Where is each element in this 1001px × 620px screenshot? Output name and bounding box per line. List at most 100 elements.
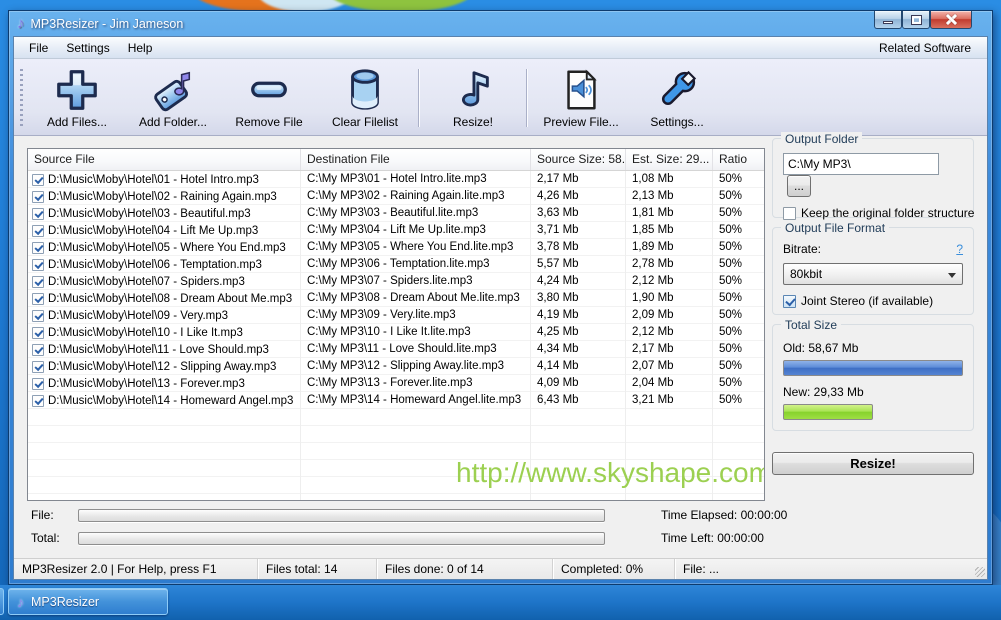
destination-file-path: C:\My MP3\08 - Dream About Me.lite.mp3 — [301, 290, 531, 307]
table-row[interactable]: D:\Music\Moby\Hotel\14 - Homeward Angel.… — [28, 392, 764, 409]
status-current-file: File: ... — [675, 559, 987, 579]
keep-structure-checkbox[interactable] — [783, 207, 796, 220]
column-line — [712, 171, 713, 500]
ratio: 50% — [713, 273, 765, 290]
table-row[interactable]: D:\Music\Moby\Hotel\09 - Very.mp3C:\My M… — [28, 307, 764, 324]
table-row[interactable]: D:\Music\Moby\Hotel\05 - Where You End.m… — [28, 239, 764, 256]
header-destination-file[interactable]: Destination File — [301, 149, 531, 170]
clear-filelist-button[interactable]: Clear Filelist — [317, 63, 413, 133]
source-cell: D:\Music\Moby\Hotel\11 - Love Should.mp3 — [28, 341, 301, 358]
file-list-header: Source File Destination File Source Size… — [28, 149, 764, 171]
table-row[interactable]: D:\Music\Moby\Hotel\02 - Raining Again.m… — [28, 188, 764, 205]
preview-file-button[interactable]: Preview File... — [533, 63, 629, 133]
output-folder-input[interactable] — [783, 153, 939, 175]
remove-file-button[interactable]: Remove File — [221, 63, 317, 133]
toolbar-grip[interactable] — [20, 69, 23, 127]
table-row[interactable]: D:\Music\Moby\Hotel\06 - Temptation.mp3C… — [28, 256, 764, 273]
destination-file-path: C:\My MP3\04 - Lift Me Up.lite.mp3 — [301, 222, 531, 239]
table-row[interactable]: D:\Music\Moby\Hotel\11 - Love Should.mp3… — [28, 341, 764, 358]
destination-file-path: C:\My MP3\05 - Where You End.lite.mp3 — [301, 239, 531, 256]
resize-button[interactable]: Resize! — [772, 452, 974, 475]
new-size-bar — [783, 404, 873, 420]
row-checkbox[interactable] — [32, 191, 44, 203]
add-folder-button[interactable]: Add Folder... — [125, 63, 221, 133]
ratio: 50% — [713, 205, 765, 222]
table-row[interactable]: D:\Music\Moby\Hotel\03 - Beautiful.mp3C:… — [28, 205, 764, 222]
row-checkbox[interactable] — [32, 225, 44, 237]
menu-help[interactable]: Help — [119, 39, 162, 57]
bitrate-select[interactable]: 80kbit — [783, 263, 963, 285]
row-checkbox[interactable] — [32, 327, 44, 339]
bitrate-help-link[interactable]: ? — [956, 242, 963, 256]
header-ratio[interactable]: Ratio — [713, 149, 765, 170]
destination-file-path: C:\My MP3\02 - Raining Again.lite.mp3 — [301, 188, 531, 205]
table-row[interactable]: D:\Music\Moby\Hotel\12 - Slipping Away.m… — [28, 358, 764, 375]
table-row[interactable]: D:\Music\Moby\Hotel\04 - Lift Me Up.mp3C… — [28, 222, 764, 239]
row-checkbox[interactable] — [32, 259, 44, 271]
browse-button[interactable]: ... — [787, 175, 811, 197]
source-size: 4,26 Mb — [531, 188, 626, 205]
close-icon — [946, 14, 957, 25]
row-checkbox[interactable] — [32, 276, 44, 288]
row-checkbox[interactable] — [32, 378, 44, 390]
table-row[interactable]: D:\Music\Moby\Hotel\07 - Spiders.mp3C:\M… — [28, 273, 764, 290]
status-completed: Completed: 0% — [553, 559, 675, 579]
total-progress-label: Total: — [31, 531, 78, 545]
resize-grip[interactable] — [975, 567, 985, 577]
minimize-button[interactable] — [874, 11, 902, 29]
ratio: 50% — [713, 222, 765, 239]
menu-settings[interactable]: Settings — [57, 39, 118, 57]
source-cell: D:\Music\Moby\Hotel\07 - Spiders.mp3 — [28, 273, 301, 290]
row-checkbox[interactable] — [32, 242, 44, 254]
row-checkbox[interactable] — [32, 344, 44, 356]
table-row[interactable]: D:\Music\Moby\Hotel\10 - I Like It.mp3C:… — [28, 324, 764, 341]
table-row[interactable]: D:\Music\Moby\Hotel\13 - Forever.mp3C:\M… — [28, 375, 764, 392]
add-files-button[interactable]: Add Files... — [29, 63, 125, 133]
maximize-button[interactable] — [902, 11, 930, 29]
ratio: 50% — [713, 171, 765, 188]
bitrate-value: 80kbit — [790, 267, 822, 281]
minimize-icon — [883, 21, 893, 24]
destination-file-path: C:\My MP3\12 - Slipping Away.lite.mp3 — [301, 358, 531, 375]
source-size: 3,63 Mb — [531, 205, 626, 222]
table-row[interactable]: D:\Music\Moby\Hotel\01 - Hotel Intro.mp3… — [28, 171, 764, 188]
ratio: 50% — [713, 239, 765, 256]
row-checkbox[interactable] — [32, 293, 44, 305]
est-size: 2,07 Mb — [626, 358, 713, 375]
menu-file[interactable]: File — [20, 39, 57, 57]
table-row[interactable]: D:\Music\Moby\Hotel\08 - Dream About Me.… — [28, 290, 764, 307]
source-file-path: D:\Music\Moby\Hotel\07 - Spiders.mp3 — [48, 274, 245, 290]
close-button[interactable] — [930, 11, 972, 29]
column-line — [300, 171, 301, 500]
clear-filelist-icon — [340, 66, 390, 114]
resize-toolbar-button[interactable]: Resize! — [425, 63, 521, 133]
menubar: File Settings Help Related Software — [14, 37, 987, 59]
row-checkbox[interactable] — [32, 361, 44, 373]
row-checkbox[interactable] — [32, 395, 44, 407]
header-source-size[interactable]: Source Size: 58... — [531, 149, 626, 170]
bitrate-label: Bitrate: — [783, 242, 821, 256]
menu-related-software[interactable]: Related Software — [869, 39, 981, 57]
est-size: 1,85 Mb — [626, 222, 713, 239]
source-file-path: D:\Music\Moby\Hotel\01 - Hotel Intro.mp3 — [48, 172, 259, 188]
ratio: 50% — [713, 256, 765, 273]
taskbar-button-fragment[interactable] — [0, 588, 4, 615]
source-file-path: D:\Music\Moby\Hotel\14 - Homeward Angel.… — [48, 393, 293, 409]
taskbar-mp3resizer-button[interactable]: ♪ MP3Resizer — [8, 588, 168, 615]
row-checkbox[interactable] — [32, 208, 44, 220]
source-size: 5,57 Mb — [531, 256, 626, 273]
header-source-file[interactable]: Source File — [28, 149, 301, 170]
joint-stereo-checkbox[interactable] — [783, 295, 796, 308]
source-file-path: D:\Music\Moby\Hotel\05 - Where You End.m… — [48, 240, 286, 256]
titlebar[interactable]: ♪ MP3Resizer - Jim Jameson — [9, 11, 992, 36]
toolbar-label: Add Folder... — [139, 115, 207, 129]
settings-button[interactable]: Settings... — [629, 63, 725, 133]
file-list: Source File Destination File Source Size… — [27, 148, 765, 501]
source-cell: D:\Music\Moby\Hotel\03 - Beautiful.mp3 — [28, 205, 301, 222]
source-size: 6,43 Mb — [531, 392, 626, 409]
row-checkbox[interactable] — [32, 174, 44, 186]
total-progress-bar — [78, 532, 605, 545]
header-est-size[interactable]: Est. Size: 29... — [626, 149, 713, 170]
toolbar-label: Remove File — [235, 115, 302, 129]
row-checkbox[interactable] — [32, 310, 44, 322]
